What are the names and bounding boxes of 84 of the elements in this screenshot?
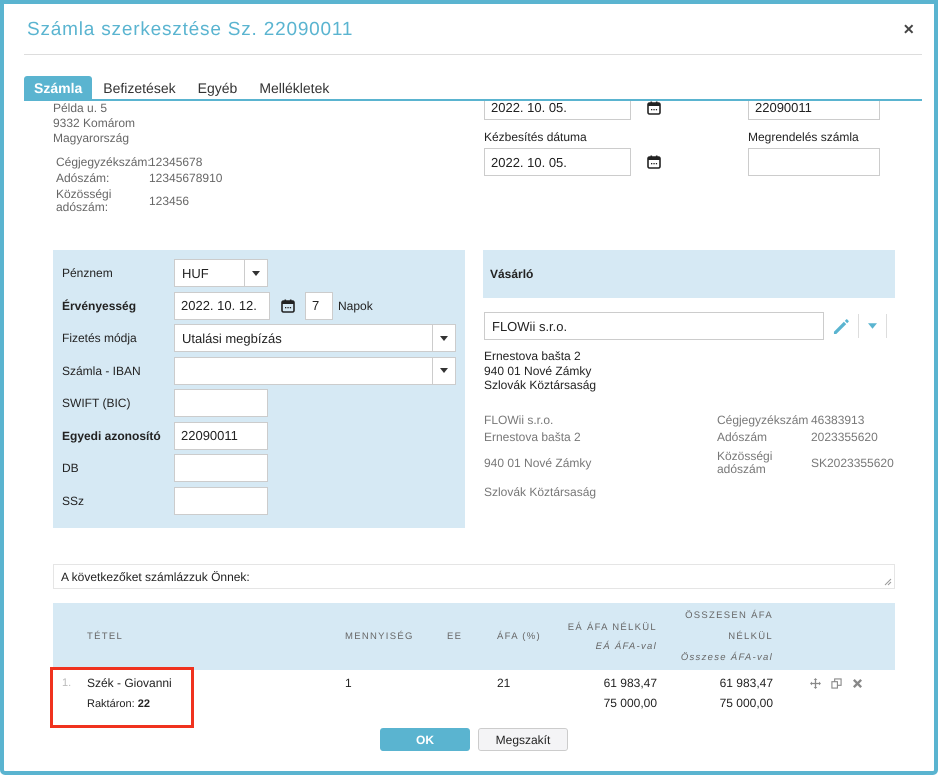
field-label: Megrendelés számla	[748, 130, 860, 144]
column-header: ÁFA (%)	[497, 631, 542, 642]
customer-detail: 940 01 Nové Zámky	[484, 456, 592, 470]
close-button[interactable]: ×	[895, 18, 922, 40]
note-field[interactable]: A következőket számlázzuk Önnek:	[53, 564, 895, 589]
table-cell: 61 983,47	[720, 676, 773, 690]
days-field[interactable]: 7	[305, 292, 333, 320]
field-label: Kézbesítés dátuma	[484, 130, 588, 144]
calendar-icon[interactable]	[647, 101, 661, 114]
table-cell: 75 000,00	[720, 696, 773, 710]
field-label: Egyedi azonosító	[62, 428, 162, 442]
field-label: SWIFT (BIC)	[62, 396, 132, 410]
date-field[interactable]: 2022. 10. 05.	[484, 101, 631, 120]
detail-label: Cégjegyzékszám:	[56, 156, 149, 169]
calendar-icon[interactable]	[647, 155, 661, 169]
detail-value: 12345678910	[149, 172, 224, 185]
select-field[interactable]	[174, 356, 456, 384]
customer-detail: Szlovák Köztársaság	[484, 485, 598, 499]
customer-field[interactable]: FLOWii s.r.o.	[484, 312, 824, 340]
customer-address-line: Szlovák Köztársaság	[484, 378, 598, 392]
detail-label: Adószám	[717, 430, 768, 444]
cancel-button[interactable]: Megszakít	[478, 728, 568, 751]
issuer-address-line: Példa u. 5	[53, 101, 108, 116]
date-field[interactable]: 2022. 10. 12.	[174, 292, 270, 320]
field-label: SSz	[62, 494, 86, 508]
caret-icon	[440, 368, 448, 373]
detail-value: 123456	[149, 194, 190, 208]
copy-icon[interactable]	[831, 678, 842, 689]
input-field[interactable]	[174, 486, 268, 514]
column-subheader: EÁ ÁFA-val	[596, 640, 657, 652]
input-field[interactable]	[174, 454, 268, 482]
select-field[interactable]: HUF	[174, 259, 268, 287]
caret-icon	[252, 270, 260, 276]
detail-value: 46383913	[811, 413, 866, 427]
order-number-field[interactable]: 22090011	[748, 101, 880, 120]
row-number: 1.	[61, 677, 72, 691]
caret-icon[interactable]	[868, 323, 877, 329]
section-title: Vásárló	[490, 267, 534, 281]
column-header: EÁ ÁFA NÉLKÜL	[568, 622, 657, 632]
customer-address-line: 940 01 Nové Zámky	[484, 364, 592, 378]
field-label: Fizetés módja	[62, 331, 138, 345]
detail-value: SK2023355620	[811, 456, 895, 470]
dialog-title: Számla szerkesztése Sz. 22090011	[27, 19, 354, 41]
detail-label: Adószám:	[56, 172, 110, 185]
days-label: Napok	[338, 298, 373, 312]
date-field[interactable]: 2022. 10. 05.	[484, 148, 631, 176]
item-name: Szék - Giovanni	[87, 676, 172, 690]
input-field[interactable]	[174, 389, 268, 417]
table-cell: 75 000,00	[604, 696, 657, 710]
resize-grip-icon[interactable]	[884, 578, 892, 586]
detail-label: Cégjegyzékszám	[717, 414, 810, 426]
pencil-icon[interactable]	[833, 318, 850, 334]
stock-text: Raktáron: 22	[87, 698, 151, 710]
field-label: Pénznem	[62, 266, 114, 280]
detail-value: 12345678	[149, 156, 204, 169]
column-header: MENNYISÉG	[345, 631, 415, 642]
column-header: TÉTEL	[87, 631, 124, 642]
table-cell-text: 1	[345, 676, 353, 692]
input-field[interactable]: 22090011	[174, 422, 268, 450]
detail-label: Közösségi adószám:	[56, 188, 112, 214]
column-header: EE	[447, 631, 464, 642]
order-number-field[interactable]	[748, 148, 880, 176]
customer-detail: FLOWii s.r.o.	[484, 413, 554, 427]
tab[interactable]: Egyéb	[186, 76, 248, 99]
field-label: Számla - IBAN	[62, 364, 142, 378]
customer-address-line: Ernestova bašta 2	[484, 349, 582, 364]
caret-icon	[440, 336, 448, 340]
customer-detail: Ernestova bašta 2	[484, 430, 582, 444]
column-subheader: Összese ÁFA-val	[680, 650, 773, 665]
field-label: DB	[62, 461, 80, 475]
detail-label: Közösségi adószám	[717, 450, 774, 476]
calendar-icon[interactable]	[281, 298, 295, 312]
table-cell-text: 21	[497, 676, 512, 692]
move-icon[interactable]	[810, 678, 821, 689]
tab[interactable]: Befizetések	[92, 76, 187, 99]
detail-value: 2023355620	[811, 430, 879, 444]
delete-icon[interactable]	[852, 678, 863, 689]
table-cell: 61 983,47	[604, 676, 657, 690]
column-header: ÖSSZESEN ÁFA NÉLKÜL	[684, 608, 773, 644]
field-label: Érvényesség	[62, 298, 138, 312]
select-field[interactable]: Utalási megbízás	[174, 324, 456, 352]
issuer-address-line: Magyarország	[53, 131, 130, 146]
tab[interactable]: Mellékletek	[248, 76, 340, 99]
issuer-address-line: 9332 Komárom	[53, 116, 136, 131]
